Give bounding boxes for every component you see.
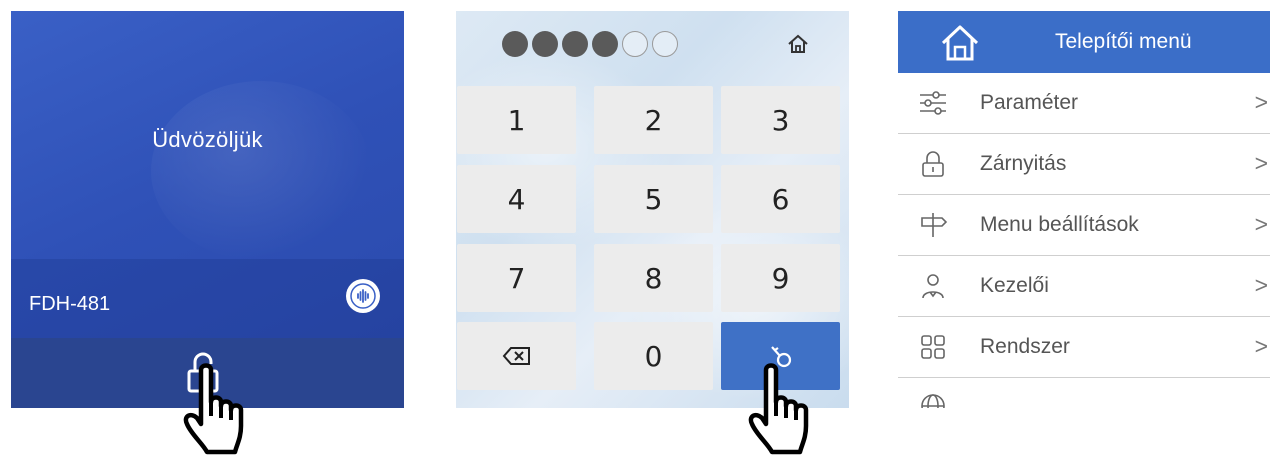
voice-wave-icon xyxy=(350,283,376,309)
chevron-right-icon: > xyxy=(1254,89,1268,115)
keypad-key-7[interactable]: 7 xyxy=(457,244,576,312)
menu-item-label: Rendszer xyxy=(980,335,1070,358)
device-name: FDH-481 xyxy=(29,293,111,315)
menu-item-label: Kezelői xyxy=(980,274,1049,297)
menu-item-language[interactable] xyxy=(898,378,1270,408)
keypad-key-1[interactable]: 1 xyxy=(457,86,576,154)
menu-item-label: Zárnyitás xyxy=(980,152,1067,175)
keypad-key-2[interactable]: 2 xyxy=(594,86,713,154)
welcome-text: Üdvözöljük xyxy=(152,127,263,152)
installer-menu-screen: Telepítői menü Paraméter > Zárnyitás > M… xyxy=(898,11,1270,408)
menu-item-label: Paraméter xyxy=(980,91,1079,114)
chevron-right-icon: > xyxy=(1254,272,1268,298)
home-icon[interactable] xyxy=(940,23,980,63)
pin-indicator xyxy=(502,31,678,57)
keypad-key-3[interactable]: 3 xyxy=(721,86,840,154)
chevron-right-icon: > xyxy=(1254,211,1268,237)
keypad-key-9[interactable]: 9 xyxy=(721,244,840,312)
keypad-key-6[interactable]: 6 xyxy=(721,165,840,233)
chevron-right-icon: > xyxy=(1254,333,1268,359)
home-icon[interactable] xyxy=(787,33,809,55)
grid-icon xyxy=(921,335,945,359)
keypad-screen: 1 2 3 4 5 6 7 8 9 0 xyxy=(456,11,849,408)
background-swirl xyxy=(151,81,371,261)
menu-title: Telepítői menü xyxy=(1055,30,1192,53)
welcome-screen: Üdvözöljük FDH-481 xyxy=(11,11,404,408)
menu-item-label: Menu beállítások xyxy=(980,213,1139,236)
sliders-icon xyxy=(920,91,946,115)
menu-header: Telepítői menü xyxy=(898,11,1270,73)
pin-dot-filled xyxy=(562,31,588,57)
user-icon xyxy=(922,274,944,299)
menu-item-system[interactable]: Rendszer > xyxy=(898,317,1270,378)
menu-item-parameter[interactable]: Paraméter > xyxy=(898,73,1270,134)
pointing-hand-icon xyxy=(748,363,809,455)
pin-dot-filled xyxy=(532,31,558,57)
backspace-icon xyxy=(502,347,530,365)
pin-dot-filled xyxy=(502,31,528,57)
pin-dot-filled xyxy=(592,31,618,57)
keypad-key-5[interactable]: 5 xyxy=(594,165,713,233)
menu-item-lock-release[interactable]: Zárnyitás > xyxy=(898,134,1270,195)
pin-dot-empty xyxy=(652,31,678,57)
lock-icon xyxy=(922,151,944,177)
keypad-key-8[interactable]: 8 xyxy=(594,244,713,312)
backspace-key[interactable] xyxy=(457,322,576,390)
device-info-bar: FDH-481 xyxy=(11,259,404,338)
voice-button[interactable] xyxy=(346,279,380,313)
keypad-key-0[interactable]: 0 xyxy=(594,322,713,390)
chevron-right-icon: > xyxy=(1254,150,1268,176)
signpost-icon xyxy=(921,213,948,237)
menu-item-menu-settings[interactable]: Menu beállítások > xyxy=(898,195,1270,256)
globe-icon xyxy=(921,394,945,408)
menu-item-operator[interactable]: Kezelői > xyxy=(898,256,1270,317)
pin-dot-empty xyxy=(622,31,648,57)
pointing-hand-icon xyxy=(183,363,244,455)
keypad-key-4[interactable]: 4 xyxy=(457,165,576,233)
